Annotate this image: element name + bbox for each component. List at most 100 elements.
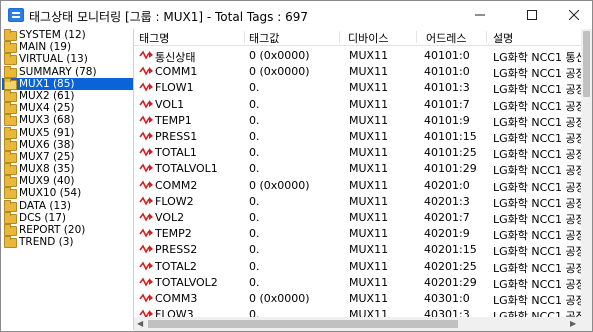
tag-name: TEMP2 [155,227,192,241]
tag-value-cell: 0 (0x0000) [249,49,310,62]
signal-status-icon [139,196,153,206]
tree-item[interactable]: DCS (17) [2,211,133,224]
tree-item[interactable]: MUX9 (40) [2,175,133,188]
close-button[interactable] [551,1,593,29]
device-cell: MUX11 [349,130,389,143]
horizontal-scrollbar[interactable]: ◀ ▶ [134,317,581,331]
tree-item[interactable]: MUX4 (25) [2,102,133,115]
folder-icon [4,126,17,139]
tag-name: COMM1 [155,65,198,79]
column-header-desc[interactable]: 설명 [493,30,513,46]
tree-item-label: MUX9 (40) [19,175,75,188]
tag-name-cell: VOL2 [139,211,184,224]
tree-item[interactable]: SUMMARY (78) [2,65,133,78]
tree-item[interactable]: MUX8 (35) [2,163,133,176]
device-cell: MUX11 [349,243,389,257]
address-cell: 40201:3 [424,194,470,208]
column-header-address[interactable]: 어드레스 [426,30,466,46]
device-cell: MUX11 [349,97,389,111]
column-divider[interactable] [416,31,417,43]
tree-item-label: MUX1 (85) [19,77,75,90]
column-header-name[interactable]: 태그명 [139,30,169,46]
tag-name: FLOW3 [155,308,194,317]
tag-value-cell: 0. [249,81,260,95]
folder-icon [4,114,17,127]
folder-icon [4,211,17,224]
tag-name-cell: TOTAL2 [139,260,197,273]
device-cell: MUX11 [349,259,389,273]
tag-name: VOL2 [155,211,185,224]
folder-icon [4,41,17,54]
tree-item-label: MUX4 (25) [19,102,75,115]
tree-item[interactable]: SYSTEM (12) [2,29,133,41]
tag-name: TEMP1 [155,113,192,127]
tree-item-label: MUX5 (91) [19,126,75,139]
tree-item[interactable]: MUX2 (61) [2,89,133,102]
tag-name-cell: PRESS2 [139,243,197,256]
tree-item[interactable]: TREND (3) [2,236,133,249]
tree-item[interactable]: MUX6 (38) [2,138,133,151]
signal-status-icon [139,228,153,238]
tree-item-label: MUX8 (35) [19,163,75,176]
signal-status-icon [139,277,153,287]
column-header-device[interactable]: 디바이스 [348,30,388,46]
tag-name-cell: TEMP2 [139,227,192,240]
tree-item[interactable]: MUX7 (25) [2,150,133,163]
address-cell: 40201:15 [424,243,477,257]
minimize-icon [474,14,485,16]
tag-name-cell: TOTALVOL1 [139,162,218,175]
column-divider[interactable] [244,31,245,43]
tree-item[interactable]: REPORT (20) [2,224,133,236]
device-cell: MUX11 [349,146,389,160]
tree-item[interactable]: DATA (13) [2,199,133,212]
address-cell: 40101:0 [424,49,470,62]
tag-name-cell: TEMP1 [139,114,192,127]
tree-item[interactable]: VIRTUAL (13) [2,53,133,66]
signal-status-icon [139,147,153,157]
device-cell: MUX11 [349,162,389,176]
address-cell: 40101:7 [424,97,470,111]
column-divider[interactable] [339,31,340,43]
folder-icon [4,77,17,90]
folder-icon [4,29,17,41]
signal-status-icon [139,131,153,141]
vertical-scrollbar[interactable] [581,29,592,317]
scrollbar-corner [581,317,592,331]
device-cell: MUX11 [349,211,389,224]
address-cell: 40101:9 [424,113,470,127]
tree-item[interactable]: MUX1 (85) [2,77,133,90]
tree-item-label: DATA (13) [19,199,71,212]
title-bar[interactable]: 태그상태 모니터링 [그룹 : MUX1] - Total Tags : 697 [1,1,592,29]
horizontal-scroll-thumb[interactable] [148,320,458,328]
folder-icon [4,187,17,200]
tag-name-cell: COMM2 [139,179,197,192]
maximize-button[interactable] [509,1,554,29]
folder-icon [4,224,17,236]
minimize-button[interactable] [457,1,502,29]
tree-item[interactable]: MUX3 (68) [2,114,133,127]
tag-name-cell: COMM3 [139,292,197,305]
tag-value-cell: 0. [249,130,260,143]
tag-monitor-window: 태그상태 모니터링 [그룹 : MUX1] - Total Tags : 697… [0,0,593,332]
vertical-scroll-thumb[interactable] [583,31,590,97]
scroll-left-icon[interactable]: ◀ [137,319,143,328]
tree-item-label: VIRTUAL (13) [19,53,88,66]
tree-item[interactable]: MUX10 (54) [2,187,133,200]
tree-item[interactable]: MAIN (19) [2,41,133,54]
tree-item-label: TREND (3) [19,236,74,249]
signal-status-icon [139,82,153,93]
device-cell: MUX11 [349,275,389,289]
column-divider[interactable] [486,31,487,43]
scroll-right-icon[interactable]: ▶ [570,319,576,328]
tag-value-cell: 0. [249,243,260,257]
device-cell: MUX11 [349,194,389,208]
folder-icon [4,89,17,102]
table-row[interactable]: FLOW3 0. MUX11 40301:3 LG화학 NCC1 공장 [134,305,581,317]
signal-status-icon [139,180,153,190]
maximize-icon [526,10,537,20]
tree-item[interactable]: MUX5 (91) [2,126,133,139]
description-cell: LG화학 NCC1 공장 [493,310,581,317]
address-cell: 40201:0 [424,178,470,192]
folder-icon [4,138,17,151]
column-header-value[interactable]: 태그값 [249,30,279,46]
